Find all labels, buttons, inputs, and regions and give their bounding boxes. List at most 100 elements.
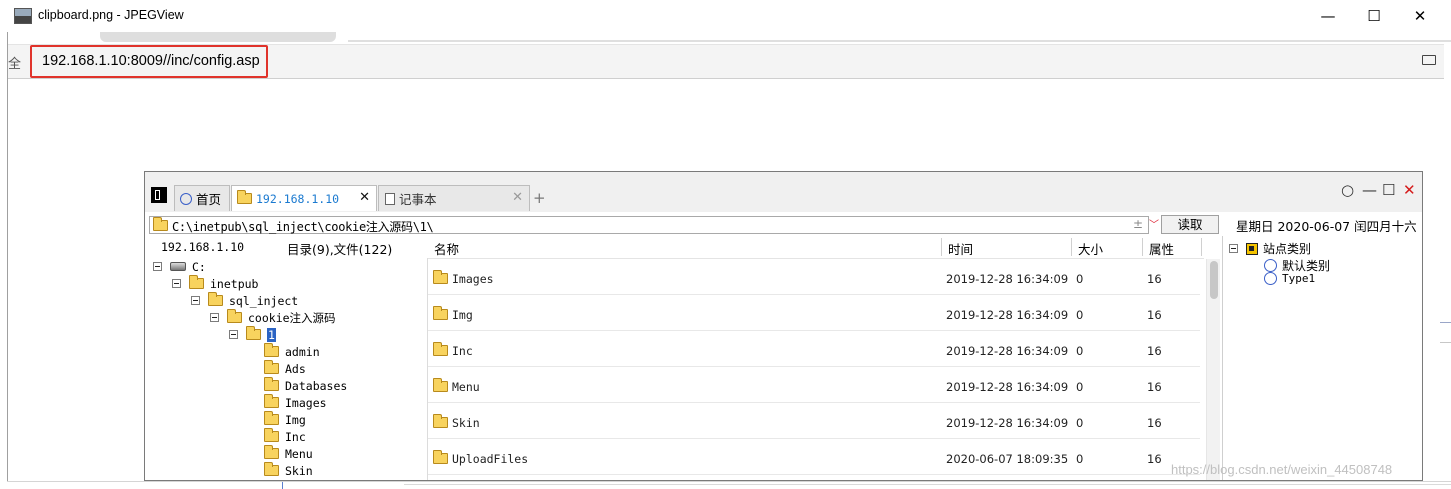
add-tab-button[interactable]: +: [533, 189, 546, 207]
category-circle-icon: [1264, 272, 1277, 285]
close-tab-icon[interactable]: ✕: [512, 190, 523, 205]
file-row[interactable]: UploadFiles 2020-06-07 18:09:35 0 16: [428, 439, 1200, 475]
tree-node-sql-inject[interactable]: sql_inject: [191, 292, 298, 309]
file-time: 2019-12-28 16:34:09: [946, 308, 1069, 322]
tree-node-child[interactable]: Images: [264, 394, 327, 411]
file-name: Images: [452, 272, 494, 286]
column-size[interactable]: 大小: [1078, 239, 1103, 258]
tree-node-selected[interactable]: 1: [229, 326, 276, 343]
tree-node-child[interactable]: Ads: [264, 360, 306, 377]
circle-icon[interactable]: ○: [1341, 181, 1354, 199]
tree-label: Inc: [285, 429, 306, 444]
folder-icon: [264, 462, 279, 476]
open-folder-icon: [246, 326, 261, 340]
browser-tab[interactable]: [100, 32, 336, 42]
file-size: 0: [1076, 344, 1084, 358]
file-size: 0: [1076, 272, 1084, 286]
tree-label: Images: [285, 395, 327, 410]
collapse-toggle-icon[interactable]: [172, 279, 181, 288]
category-pane: 站点类别 默认类别 Type1: [1222, 236, 1421, 480]
minimize-button[interactable]: —: [1362, 181, 1377, 199]
file-row[interactable]: Skin 2019-12-28 16:34:09 0 16: [428, 403, 1200, 439]
file-row[interactable]: Img 2019-12-28 16:34:09 0 16: [428, 295, 1200, 331]
tree-node-child[interactable]: admin: [264, 343, 320, 360]
category-label: Type1: [1282, 272, 1316, 285]
directory-tree: C: inetpub sql_inject cookie注入源码 1 admin: [145, 258, 428, 480]
tab-label: 192.168.1.10: [256, 191, 340, 206]
column-divider[interactable]: [1071, 238, 1072, 256]
watermark: https://blog.csdn.net/weixin_44508748: [1171, 462, 1393, 477]
tree-label: sql_inject: [229, 293, 299, 308]
file-row[interactable]: Inc 2019-12-28 16:34:09 0 16: [428, 331, 1200, 367]
tab-notepad[interactable]: 记事本 ✕: [378, 185, 530, 211]
collapse-toggle-icon[interactable]: [210, 313, 219, 322]
category-label: 站点类别: [1263, 242, 1312, 256]
column-divider[interactable]: [941, 238, 942, 256]
tree-label: cookie注入源码: [248, 310, 336, 325]
tree-node-child[interactable]: Skin: [264, 462, 313, 479]
jpegview-app-icon: [14, 8, 32, 24]
folder-icon: [264, 445, 279, 459]
url-text[interactable]: 192.168.1.10:8009//inc/config.asp: [42, 53, 260, 69]
collapse-toggle-icon[interactable]: [1229, 244, 1238, 253]
folder-icon: [237, 190, 252, 204]
column-divider[interactable]: [1142, 238, 1143, 256]
security-label: 全: [8, 57, 22, 72]
favorite-icon[interactable]: ±: [1133, 217, 1143, 231]
image-border: [7, 481, 1451, 482]
collapse-toggle-icon[interactable]: [229, 330, 238, 339]
folder-icon: [433, 342, 448, 356]
tree-node-inetpub[interactable]: inetpub: [172, 275, 258, 292]
file-manager-tab-bar: 首页 192.168.1.10 ✕ 记事本 ✕ + ○ — ☐ ✕: [145, 172, 1422, 212]
folder-icon: [433, 450, 448, 464]
tree-node-child[interactable]: Inc: [264, 428, 306, 445]
tree-label: Skin: [285, 463, 313, 478]
tree-label: 1: [267, 327, 276, 342]
category-item[interactable]: Type1: [1264, 272, 1315, 285]
close-button[interactable]: ✕: [1397, 0, 1443, 32]
close-tab-icon[interactable]: ✕: [359, 190, 370, 205]
app-logo-icon: [151, 187, 167, 203]
file-size: 0: [1076, 416, 1084, 430]
column-time[interactable]: 时间: [948, 239, 973, 258]
file-attr: 16: [1147, 380, 1162, 394]
column-attr[interactable]: 属性: [1149, 239, 1174, 258]
background-fragment: [1440, 342, 1451, 343]
column-divider[interactable]: [1201, 238, 1202, 256]
collapse-toggle-icon[interactable]: [191, 296, 200, 305]
path-input[interactable]: C:\inetpub\sql_inject\cookie注入源码\1\ ±: [149, 216, 1149, 234]
maximize-button[interactable]: ☐: [1351, 0, 1397, 32]
tab-home[interactable]: 首页: [174, 185, 230, 211]
tree-label: Menu: [285, 446, 313, 461]
collapse-toggle-icon[interactable]: [153, 262, 162, 271]
date-label: 星期日 2020-06-07 闰四月十六: [1236, 219, 1417, 234]
tree-node-child[interactable]: Img: [264, 411, 306, 428]
folder-icon: [264, 343, 279, 357]
read-button[interactable]: 读取: [1161, 215, 1219, 234]
tree-node-drive[interactable]: C:: [153, 258, 206, 275]
file-attr: 16: [1147, 344, 1162, 358]
category-root[interactable]: 站点类别: [1229, 240, 1311, 257]
tab-ip[interactable]: 192.168.1.10 ✕: [231, 185, 377, 211]
file-row[interactable]: Images 2019-12-28 16:34:09 0 16: [428, 259, 1200, 295]
close-button[interactable]: ✕: [1403, 181, 1416, 199]
background-fragment: [404, 484, 1451, 485]
scrollbar-thumb[interactable]: [1210, 261, 1218, 299]
file-time: 2019-12-28 16:34:09: [946, 380, 1069, 394]
tree-label: C:: [192, 259, 206, 274]
vertical-scrollbar[interactable]: [1206, 259, 1220, 480]
file-row[interactable]: Menu 2019-12-28 16:34:09 0 16: [428, 367, 1200, 403]
folder-icon: [208, 292, 223, 306]
column-name[interactable]: 名称: [434, 239, 459, 258]
device-icon[interactable]: [1422, 55, 1436, 65]
tree-node-child[interactable]: Menu: [264, 445, 313, 462]
chevron-down-icon[interactable]: ﹀: [1149, 216, 1161, 234]
tree-label: inetpub: [210, 276, 259, 291]
tree-node-cookie[interactable]: cookie注入源码: [210, 309, 336, 326]
window-title: clipboard.png - JPEGView: [38, 8, 184, 22]
file-name: UploadFiles: [452, 452, 529, 466]
minimize-button[interactable]: —: [1305, 0, 1351, 32]
address-bar: 全 192.168.1.10:8009//inc/config.asp: [8, 44, 1444, 79]
tree-node-child[interactable]: Databases: [264, 377, 347, 394]
maximize-button[interactable]: ☐: [1382, 181, 1395, 199]
